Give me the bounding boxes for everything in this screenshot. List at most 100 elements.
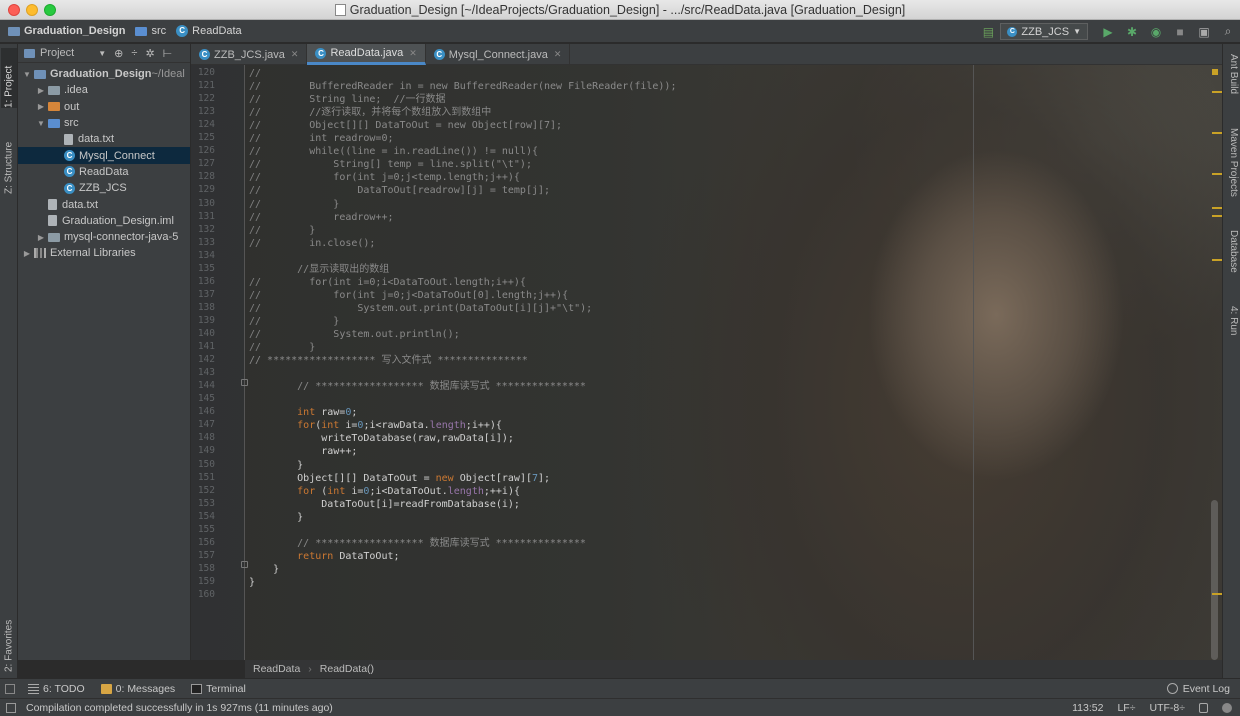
code-token: // (249, 107, 262, 119)
stop-icon[interactable]: ■ (1173, 25, 1187, 39)
chevron-down-icon[interactable]: ▼ (98, 49, 106, 58)
project-structure-icon[interactable]: ▣ (1197, 25, 1211, 39)
inspector-icon[interactable] (1222, 702, 1232, 713)
stripe-marker[interactable] (1212, 215, 1222, 217)
tool-window-terminal[interactable]: Terminal (191, 683, 246, 695)
line-number: 137 (197, 288, 215, 300)
tool-windows-toggle-icon[interactable] (5, 683, 15, 694)
tree-item-graduation-design[interactable]: ▼ Graduation_Design ~/Ideal (18, 66, 190, 82)
tool-window-todo[interactable]: 6: TODO (28, 683, 85, 695)
close-window-button[interactable] (8, 4, 20, 16)
fold-marker-icon[interactable] (241, 379, 248, 386)
tab-mysql-connect[interactable]: C Mysql_Connect.java ✕ (426, 44, 571, 65)
hide-panel-icon[interactable]: ⊢ (163, 47, 173, 60)
debug-icon[interactable]: ✱ (1125, 25, 1139, 39)
code-token: Object[][] DataToOut = new Object[row][7… (261, 120, 563, 132)
tab-database[interactable]: Database (1225, 230, 1239, 273)
run-icon[interactable]: ▶ (1101, 25, 1115, 39)
line-number-gutter: 120 121 122 123 124 125 126 127 128 129 130 131 132 1… (191, 65, 245, 660)
line-number: 156 (197, 536, 215, 548)
code-line: // readrow++; (249, 211, 394, 224)
line-number: 145 (197, 393, 215, 405)
close-icon[interactable]: ✕ (554, 49, 562, 60)
analysis-status-icon[interactable] (1212, 69, 1218, 75)
tree-item-mysql-connect[interactable]: C Mysql_Connect (18, 147, 190, 164)
line-number: 133 (197, 236, 215, 248)
fold-marker-icon[interactable] (241, 561, 248, 568)
tree-item-readdata[interactable]: C ReadData (18, 164, 190, 180)
tab-maven-projects[interactable]: Maven Projects (1225, 128, 1239, 197)
code-token: //逐行读取，并将每个数组放入到数组中 (261, 107, 492, 119)
tree-item-mysql-connector[interactable]: ▶ mysql-connector-java-5 (18, 229, 190, 245)
tab-project[interactable]: 1: Project (1, 48, 17, 108)
tab-favorites[interactable]: 2: Favorites (1, 596, 17, 672)
folder-icon (48, 232, 60, 242)
zoom-window-button[interactable] (44, 4, 56, 16)
tree-item-external-libraries[interactable]: ▶ External Libraries (18, 245, 190, 261)
line-number: 147 (197, 419, 215, 431)
close-icon[interactable]: ✕ (409, 48, 417, 59)
tree-item-data-txt[interactable]: data.txt (18, 131, 190, 147)
code-token: int (327, 485, 352, 497)
line-number: 126 (197, 145, 215, 157)
gear-icon[interactable]: ✲ (145, 47, 154, 60)
build-icon[interactable]: ▤ (981, 25, 995, 39)
code-token: i= (351, 485, 364, 497)
stripe-marker[interactable] (1212, 259, 1222, 261)
tab-run[interactable]: 4: Run (1225, 306, 1239, 335)
code-token: readrow++; (261, 211, 394, 223)
scroll-from-source-icon[interactable]: ⊕ (114, 47, 123, 60)
stripe-marker[interactable] (1212, 91, 1222, 93)
line-number: 144 (197, 380, 215, 392)
line-separator-select[interactable]: LF÷ (1117, 702, 1135, 714)
terminal-icon (191, 683, 203, 694)
code-line: raw++; (249, 445, 357, 458)
tree-item-data-txt-root[interactable]: data.txt (18, 196, 190, 212)
tree-item-idea[interactable]: ▶ .idea (18, 82, 190, 98)
line-number: 127 (197, 158, 215, 170)
caret-position[interactable]: 113:52 (1072, 702, 1103, 714)
minimize-window-button[interactable] (26, 4, 38, 16)
nav-crumb-project[interactable]: Graduation_Design (8, 25, 125, 37)
search-icon[interactable]: ⌕ (1221, 24, 1235, 39)
status-square-icon[interactable] (6, 702, 16, 713)
tab-ant-build[interactable]: Ant Build (1225, 54, 1239, 94)
tab-readdata[interactable]: C ReadData.java ✕ (307, 44, 426, 65)
close-icon[interactable]: ✕ (291, 49, 299, 60)
stripe-marker[interactable] (1212, 207, 1222, 209)
status-message[interactable]: Compilation completed successfully in 1s… (26, 702, 333, 714)
breadcrumb-method[interactable]: ReadData() (320, 663, 374, 675)
code-token: // (249, 81, 262, 93)
nav-crumb-file[interactable]: C ReadData (176, 25, 242, 37)
tree-item-out[interactable]: ▶ out (18, 99, 190, 115)
code-token: // (249, 198, 262, 210)
tool-window-messages[interactable]: 0: Messages (100, 683, 175, 695)
line-number: 154 (197, 510, 215, 522)
code-token: System.out.println(); (261, 329, 460, 340)
project-view-select[interactable]: Project (40, 47, 74, 59)
code-editor[interactable]: 120 121 122 123 124 125 126 127 128 129 130 131 132 1… (191, 65, 1222, 660)
tree-item-src[interactable]: ▼ src (18, 115, 190, 131)
stripe-marker[interactable] (1212, 132, 1222, 134)
tree-item-iml[interactable]: Graduation_Design.iml (18, 213, 190, 229)
breadcrumb-class[interactable]: ReadData (253, 663, 300, 675)
line-number: 123 (197, 106, 215, 118)
stripe-marker[interactable] (1212, 593, 1222, 595)
code-line: // System.out.println(); (249, 328, 460, 341)
lock-icon[interactable] (1199, 702, 1208, 713)
coverage-icon[interactable]: ◉ (1149, 25, 1163, 39)
run-configuration-select[interactable]: C ZZB_JCS ▼ (1000, 23, 1088, 40)
tab-structure[interactable]: Z: Structure (1, 124, 17, 194)
tool-window-event-log[interactable]: Event Log (1166, 683, 1230, 695)
stripe-marker[interactable] (1212, 173, 1222, 175)
line-number: 152 (197, 484, 215, 496)
project-tree: ▼ Graduation_Design ~/Ideal ▶ .idea ▶ ou… (18, 63, 190, 262)
code-token: } (261, 342, 316, 354)
collapse-all-icon[interactable]: ÷ (131, 47, 137, 59)
tree-item-zzb-jcs[interactable]: C ZZB_JCS (18, 180, 190, 196)
vertical-scrollbar[interactable] (1211, 500, 1218, 660)
encoding-select[interactable]: UTF-8÷ (1149, 702, 1185, 714)
code-line: // while((line = in.readLine()) != null)… (249, 145, 538, 158)
tab-zzb-jcs[interactable]: C ZZB_JCS.java ✕ (191, 44, 308, 65)
nav-crumb-src[interactable]: src (135, 25, 166, 37)
